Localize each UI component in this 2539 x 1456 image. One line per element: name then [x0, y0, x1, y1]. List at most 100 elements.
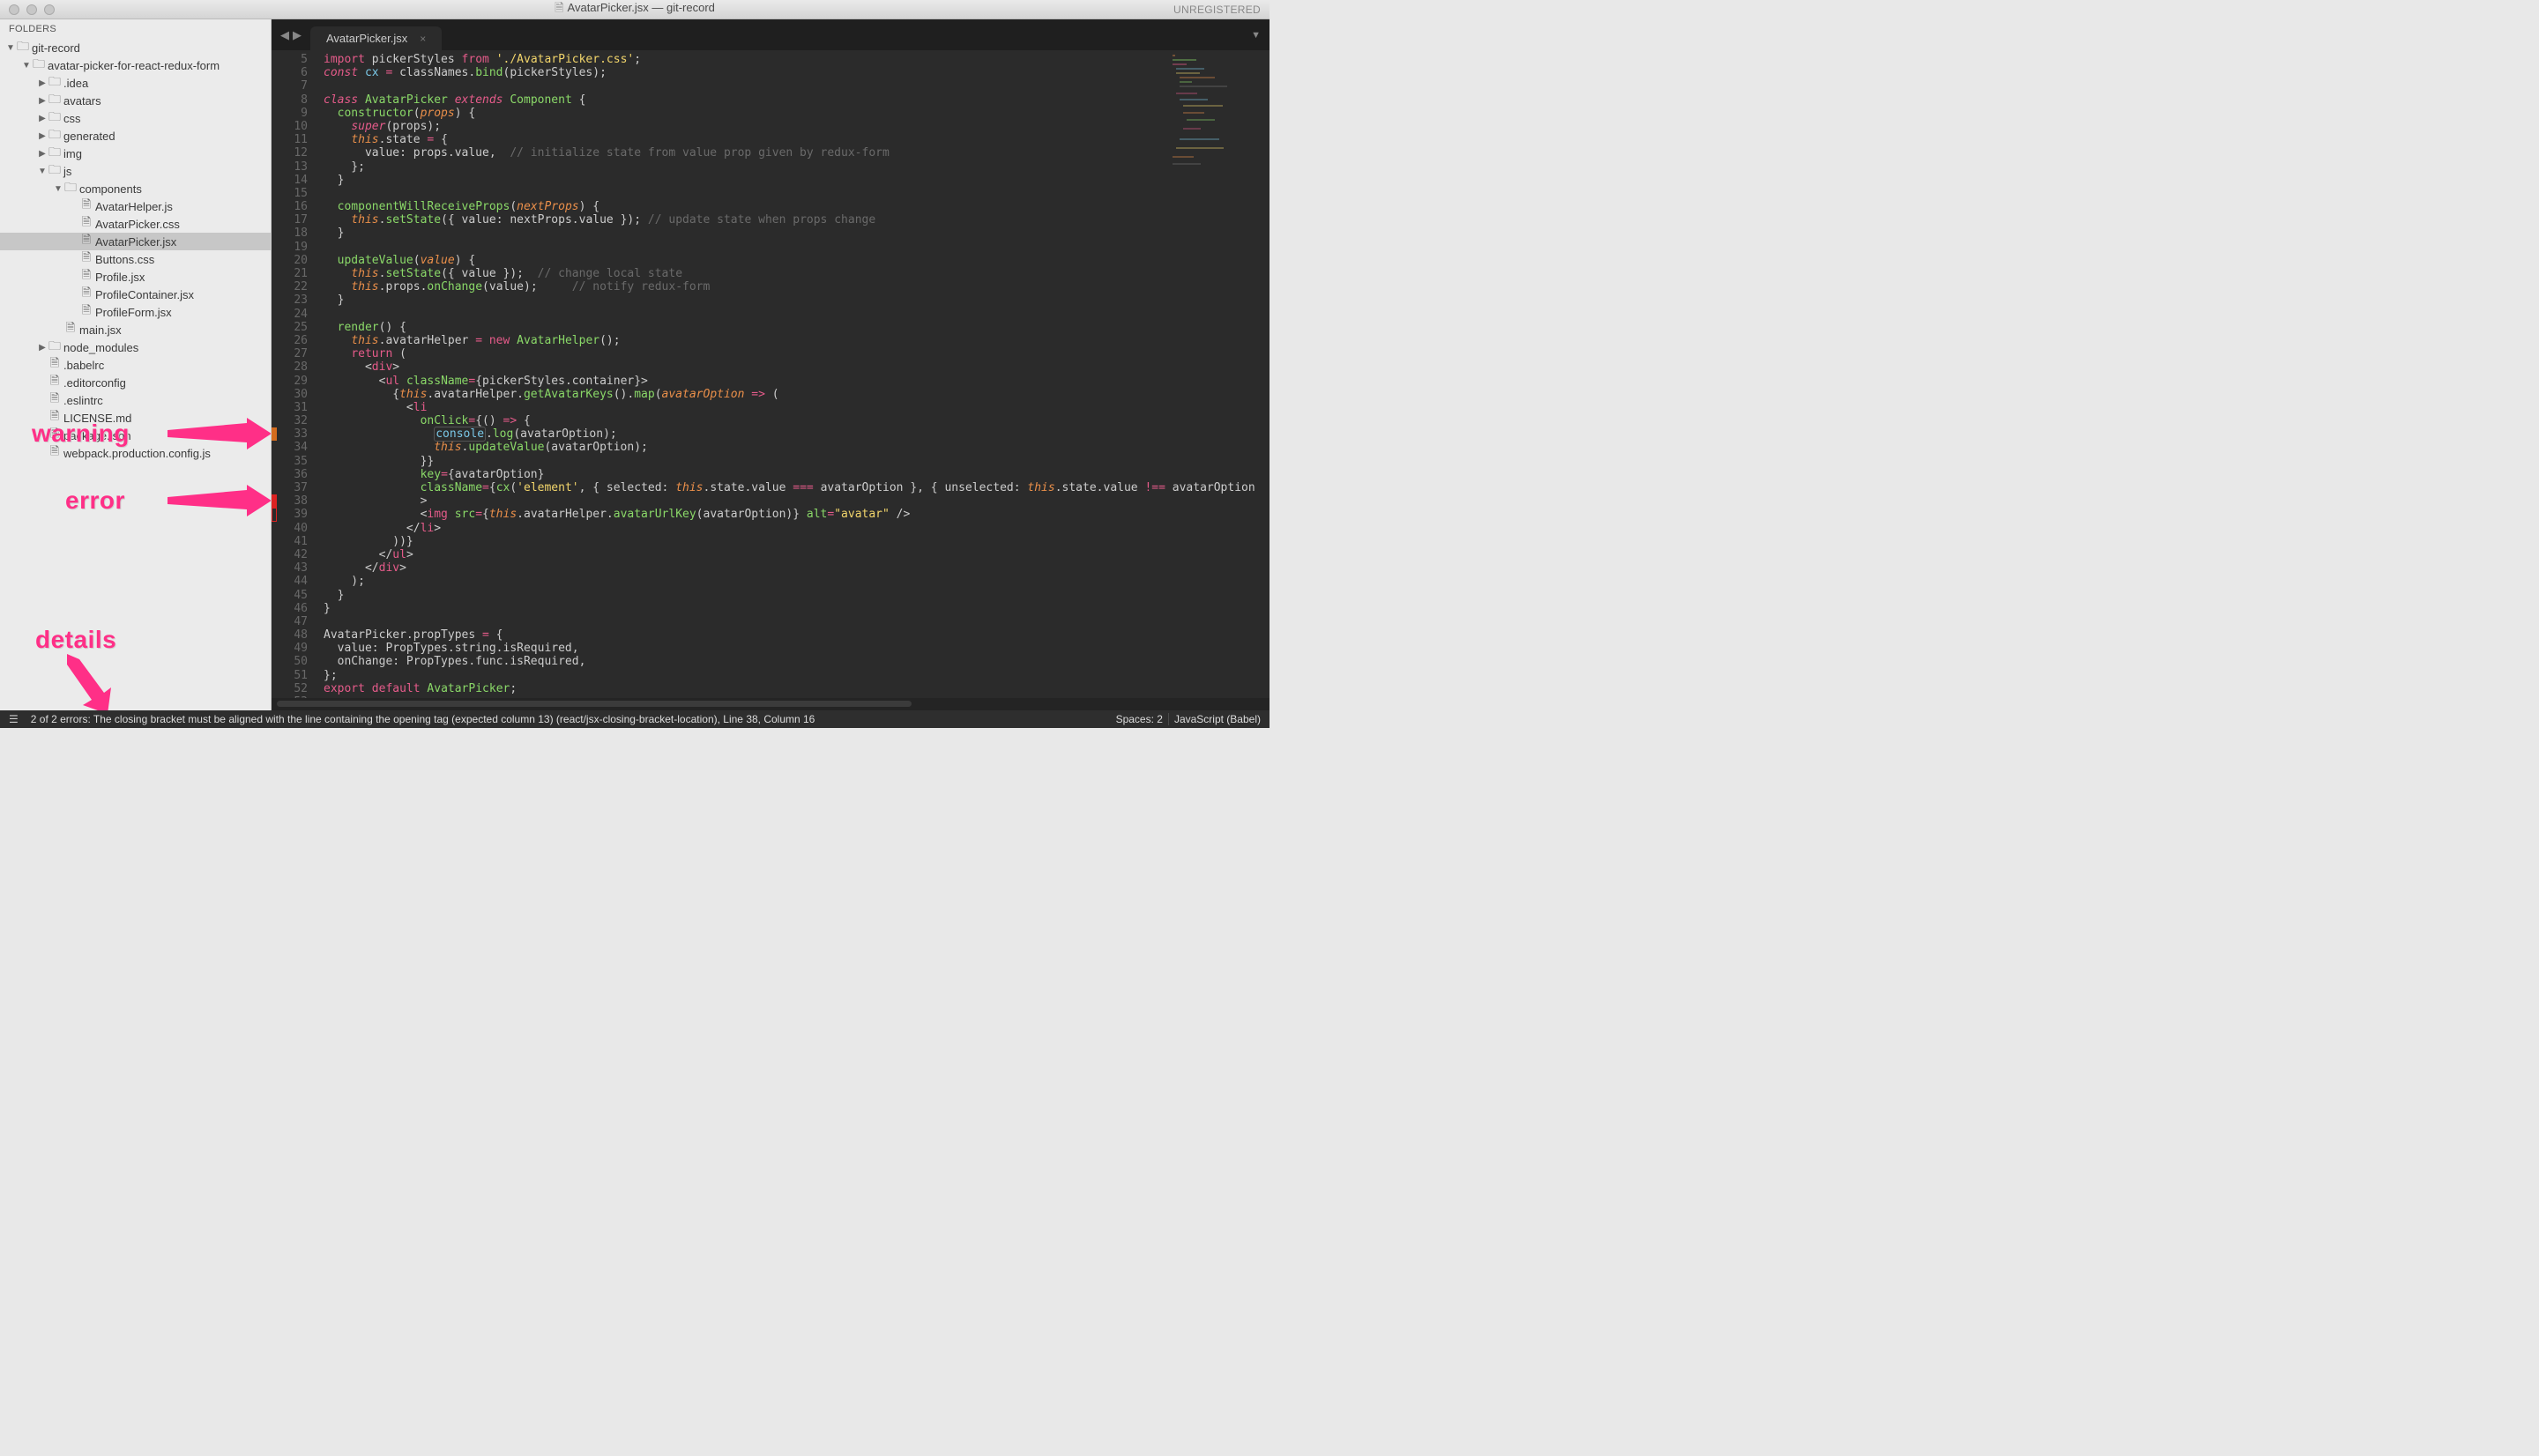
file-icon — [48, 390, 62, 410]
tree-file[interactable]: Profile.jsx — [0, 268, 271, 286]
tree-label: .babelrc — [63, 359, 104, 372]
disclosure-icon[interactable]: ▶ — [37, 96, 48, 106]
tree-folder[interactable]: ▼ components — [0, 180, 271, 197]
tab-active[interactable]: AvatarPicker.jsx × — [310, 26, 442, 50]
window-traffic-lights — [0, 4, 55, 15]
callout-error: error — [65, 487, 125, 515]
tree-label: node_modules — [63, 341, 138, 354]
line-gutter: 5678910111213141516171819202122232425262… — [277, 50, 316, 698]
tree-label: main.jsx — [79, 323, 122, 337]
tree-label: .idea — [63, 77, 88, 90]
status-separator — [1168, 713, 1169, 725]
tree-label: Profile.jsx — [95, 271, 145, 284]
tree-label: git-record — [32, 41, 80, 55]
nav-back-icon[interactable]: ◀ — [279, 28, 291, 42]
sidebar-header: FOLDERS — [0, 19, 271, 39]
tree-file[interactable]: package.json — [0, 427, 271, 444]
tree-file[interactable]: webpack.production.config.js — [0, 444, 271, 462]
tree-file[interactable]: Buttons.css — [0, 250, 271, 268]
minimap[interactable] — [1164, 50, 1270, 191]
tree-folder[interactable]: ▶ generated — [0, 127, 271, 145]
tree-folder[interactable]: ▶ img — [0, 145, 271, 162]
tree-file[interactable]: .editorconfig — [0, 374, 271, 391]
disclosure-icon[interactable]: ▼ — [21, 61, 32, 71]
tab-history-nav: ◀ ▶ — [272, 25, 310, 46]
tree-folder[interactable]: ▶ .idea — [0, 74, 271, 92]
window-title: 🗎AvatarPicker.jsx — git-record — [0, 0, 1270, 19]
tree-file[interactable]: AvatarPicker.css — [0, 215, 271, 233]
disclosure-icon[interactable]: ▼ — [53, 184, 63, 194]
tree-file[interactable]: LICENSE.md — [0, 409, 271, 427]
nav-forward-icon[interactable]: ▶ — [291, 28, 303, 42]
status-message[interactable]: 2 of 2 errors: The closing bracket must … — [31, 713, 815, 725]
file-icon — [79, 232, 93, 251]
tab-overflow-icon[interactable]: ▼ — [1251, 30, 1270, 41]
disclosure-icon[interactable]: ▶ — [37, 131, 48, 141]
disclosure-icon[interactable]: ▼ — [5, 43, 16, 53]
tree-file[interactable]: ProfileForm.jsx — [0, 303, 271, 321]
tree-folder[interactable]: ▼ git-record — [0, 39, 271, 56]
folder-icon — [32, 55, 46, 76]
zoom-window-icon[interactable] — [44, 4, 55, 15]
arrow-error — [168, 485, 272, 520]
tree-file[interactable]: .eslintrc — [0, 391, 271, 409]
arrow-details — [49, 654, 129, 710]
disclosure-icon[interactable]: ▶ — [37, 149, 48, 159]
tree-label: AvatarPicker.css — [95, 218, 180, 231]
tree-label: img — [63, 147, 82, 160]
tree-label: .editorconfig — [63, 376, 126, 390]
panel-toggle-icon[interactable]: ☰ — [9, 713, 19, 725]
disclosure-icon[interactable]: ▼ — [37, 167, 48, 176]
window-titlebar: 🗎AvatarPicker.jsx — git-record UNREGISTE… — [0, 0, 1270, 19]
file-icon — [48, 355, 62, 375]
indent-indicator[interactable]: Spaces: 2 — [1116, 713, 1163, 725]
file-icon — [48, 426, 62, 445]
disclosure-icon[interactable]: ▶ — [37, 114, 48, 123]
folder-icon — [16, 37, 30, 58]
tree-label: components — [79, 182, 142, 196]
tree-label: LICENSE.md — [63, 412, 131, 425]
disclosure-icon[interactable]: ▶ — [37, 78, 48, 88]
tree-folder[interactable]: ▼ avatar-picker-for-react-redux-form — [0, 56, 271, 74]
folder-tree: ▼git-record▼avatar-picker-for-react-redu… — [0, 39, 271, 462]
editor-pane: ◀ ▶ AvatarPicker.jsx × ▼ 567891011121314… — [272, 19, 1270, 710]
file-icon — [79, 285, 93, 304]
tab-close-icon[interactable]: × — [420, 33, 426, 45]
tree-label: avatar-picker-for-react-redux-form — [48, 59, 220, 72]
tree-label: avatars — [63, 94, 101, 108]
syntax-indicator[interactable]: JavaScript (Babel) — [1174, 713, 1261, 725]
tree-label: webpack.production.config.js — [63, 447, 211, 460]
tree-folder[interactable]: ▶ node_modules — [0, 338, 271, 356]
tree-label: generated — [63, 130, 115, 143]
tree-label: AvatarHelper.js — [95, 200, 173, 213]
tree-file[interactable]: ProfileContainer.jsx — [0, 286, 271, 303]
tree-label: css — [63, 112, 81, 125]
tree-label: package.json — [63, 429, 131, 442]
file-icon — [48, 373, 62, 392]
disclosure-icon[interactable]: ▶ — [37, 343, 48, 353]
tree-label: AvatarPicker.jsx — [95, 235, 176, 249]
file-icon — [48, 443, 62, 463]
minimize-window-icon[interactable] — [26, 4, 37, 15]
close-window-icon[interactable] — [9, 4, 19, 15]
file-icon — [79, 197, 93, 216]
document-icon: 🗎 — [555, 0, 563, 19]
file-icon — [48, 408, 62, 427]
scrollbar-thumb[interactable] — [277, 701, 912, 707]
folder-icon — [63, 178, 78, 199]
file-icon — [79, 214, 93, 234]
tree-folder[interactable]: ▶ avatars — [0, 92, 271, 109]
unregistered-label: UNREGISTERED — [1173, 4, 1270, 16]
tab-bar: ◀ ▶ AvatarPicker.jsx × ▼ — [272, 19, 1270, 50]
tree-file[interactable]: .babelrc — [0, 356, 271, 374]
code-area[interactable]: 5678910111213141516171819202122232425262… — [272, 50, 1270, 698]
folder-icon — [48, 160, 62, 182]
tree-file[interactable]: AvatarPicker.jsx — [0, 233, 271, 250]
horizontal-scrollbar[interactable] — [272, 698, 1270, 710]
tree-file[interactable]: AvatarHelper.js — [0, 197, 271, 215]
tree-file[interactable]: main.jsx — [0, 321, 271, 338]
tree-label: Buttons.css — [95, 253, 154, 266]
tree-folder[interactable]: ▼js — [0, 162, 271, 180]
code-text[interactable]: import pickerStyles from './AvatarPicker… — [316, 50, 1270, 698]
tree-folder[interactable]: ▶ css — [0, 109, 271, 127]
